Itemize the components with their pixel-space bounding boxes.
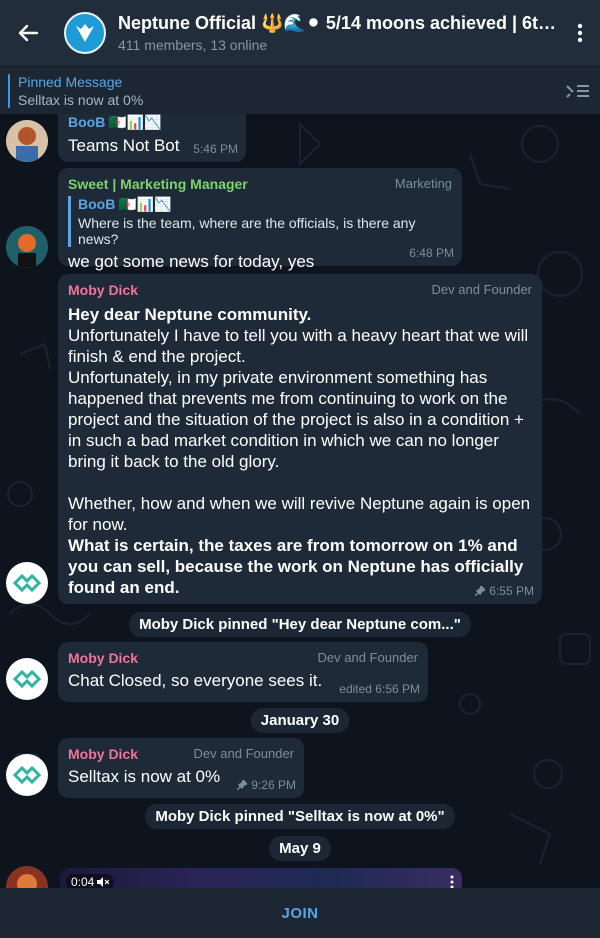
pin-icon	[475, 586, 486, 596]
message-heading: Hey dear Neptune community.	[68, 305, 312, 324]
sender-role: Dev and Founder	[317, 650, 418, 665]
date-label: May 9	[269, 836, 331, 861]
channel-avatar[interactable]	[64, 12, 106, 54]
chat-header: Neptune Official 🔱🌊⚫ 5/14 moons achieved…	[0, 0, 600, 66]
date-label: January 30	[250, 708, 350, 733]
avatar[interactable]	[6, 120, 48, 162]
video-duration-text: 0:04	[71, 875, 95, 889]
video-message[interactable]: 0:04	[60, 868, 462, 890]
message-bubble[interactable]: Sweet | Marketing Manager Marketing BooB…	[58, 168, 462, 271]
message-text: we got some news for today, yes	[68, 252, 315, 271]
message-bubble[interactable]: BooB 🇩🇿📊📉 Teams Not Bot 5:46 PM	[58, 114, 246, 162]
pinned-indicator	[8, 73, 10, 108]
date-separator: May 9	[0, 836, 600, 861]
message-meta: 6:55 PM	[475, 584, 534, 598]
sender-name: BooB 🇩🇿📊📉	[68, 114, 162, 130]
service-message: Moby Dick pinned "Hey dear Neptune com..…	[0, 612, 600, 637]
reply-text: Where is the team, where are the officia…	[78, 215, 416, 247]
pinned-title: Pinned Message	[18, 73, 123, 90]
join-bar: JOIN	[0, 888, 600, 938]
pin-notice: Moby Dick pinned "Hey dear Neptune com..…	[129, 612, 471, 637]
arrow-left-icon	[18, 24, 39, 42]
neptune-logo-icon	[12, 765, 42, 785]
message-time: 6:55 PM	[489, 584, 534, 598]
pinned-text: Selltax is now at 0%	[18, 91, 144, 108]
reply-preview[interactable]: BooB 🇩🇿📊📉 Where is the team, where are t…	[68, 196, 452, 247]
sender-role: Marketing	[394, 176, 452, 191]
back-button[interactable]	[0, 0, 56, 66]
message-time: edited 6:56 PM	[339, 682, 420, 696]
neptune-logo-icon	[76, 24, 94, 42]
member-count: 411 members, 13 online	[118, 37, 268, 53]
message-time: 5:46 PM	[193, 142, 238, 156]
more-vertical-icon	[577, 23, 583, 43]
channel-title: Neptune Official 🔱🌊⚫ 5/14 moons achieved…	[118, 13, 558, 33]
more-menu-button[interactable]	[560, 0, 600, 66]
pin-list-icon	[566, 84, 589, 98]
mute-icon	[97, 877, 110, 887]
avatar[interactable]	[6, 562, 48, 604]
pinned-message-bar[interactable]: Pinned Message Selltax is now at 0%	[0, 66, 600, 114]
message-bubble[interactable]: Moby Dick Dev and Founder Chat Closed, s…	[58, 642, 428, 702]
message-meta: 9:26 PM	[237, 778, 296, 792]
neptune-logo-icon	[12, 669, 42, 689]
avatar[interactable]	[6, 754, 48, 796]
user-photo-icon	[6, 120, 48, 162]
message-time: 6:48 PM	[409, 246, 454, 260]
reply-sender: BooB 🇩🇿📊📉	[78, 196, 172, 212]
neptune-logo-icon	[12, 573, 42, 593]
message-body: Unfortunately I have to tell you with a …	[68, 326, 531, 534]
service-message: Moby Dick pinned "Selltax is now at 0%"	[0, 804, 600, 829]
sender-role: Dev and Founder	[431, 282, 532, 297]
message-bubble[interactable]: Moby Dick Dev and Founder Hey dear Neptu…	[58, 274, 542, 604]
more-vertical-icon[interactable]	[450, 875, 454, 889]
header-text[interactable]: Neptune Official 🔱🌊⚫ 5/14 moons achieved…	[118, 13, 560, 53]
user-photo-icon	[6, 226, 48, 268]
message-time: 9:26 PM	[251, 778, 296, 792]
avatar[interactable]	[6, 658, 48, 700]
pin-icon	[237, 780, 248, 790]
avatar[interactable]	[6, 226, 48, 268]
message-bubble[interactable]: Moby Dick Dev and Founder Selltax is now…	[58, 738, 304, 798]
date-separator: January 30	[0, 708, 600, 733]
sender-role: Dev and Founder	[193, 746, 294, 761]
join-button[interactable]: JOIN	[281, 905, 318, 922]
message-closing: What is certain, the taxes are from tomo…	[68, 536, 529, 597]
pinned-list-button[interactable]	[556, 67, 600, 115]
pin-notice: Moby Dick pinned "Selltax is now at 0%"	[145, 804, 455, 829]
